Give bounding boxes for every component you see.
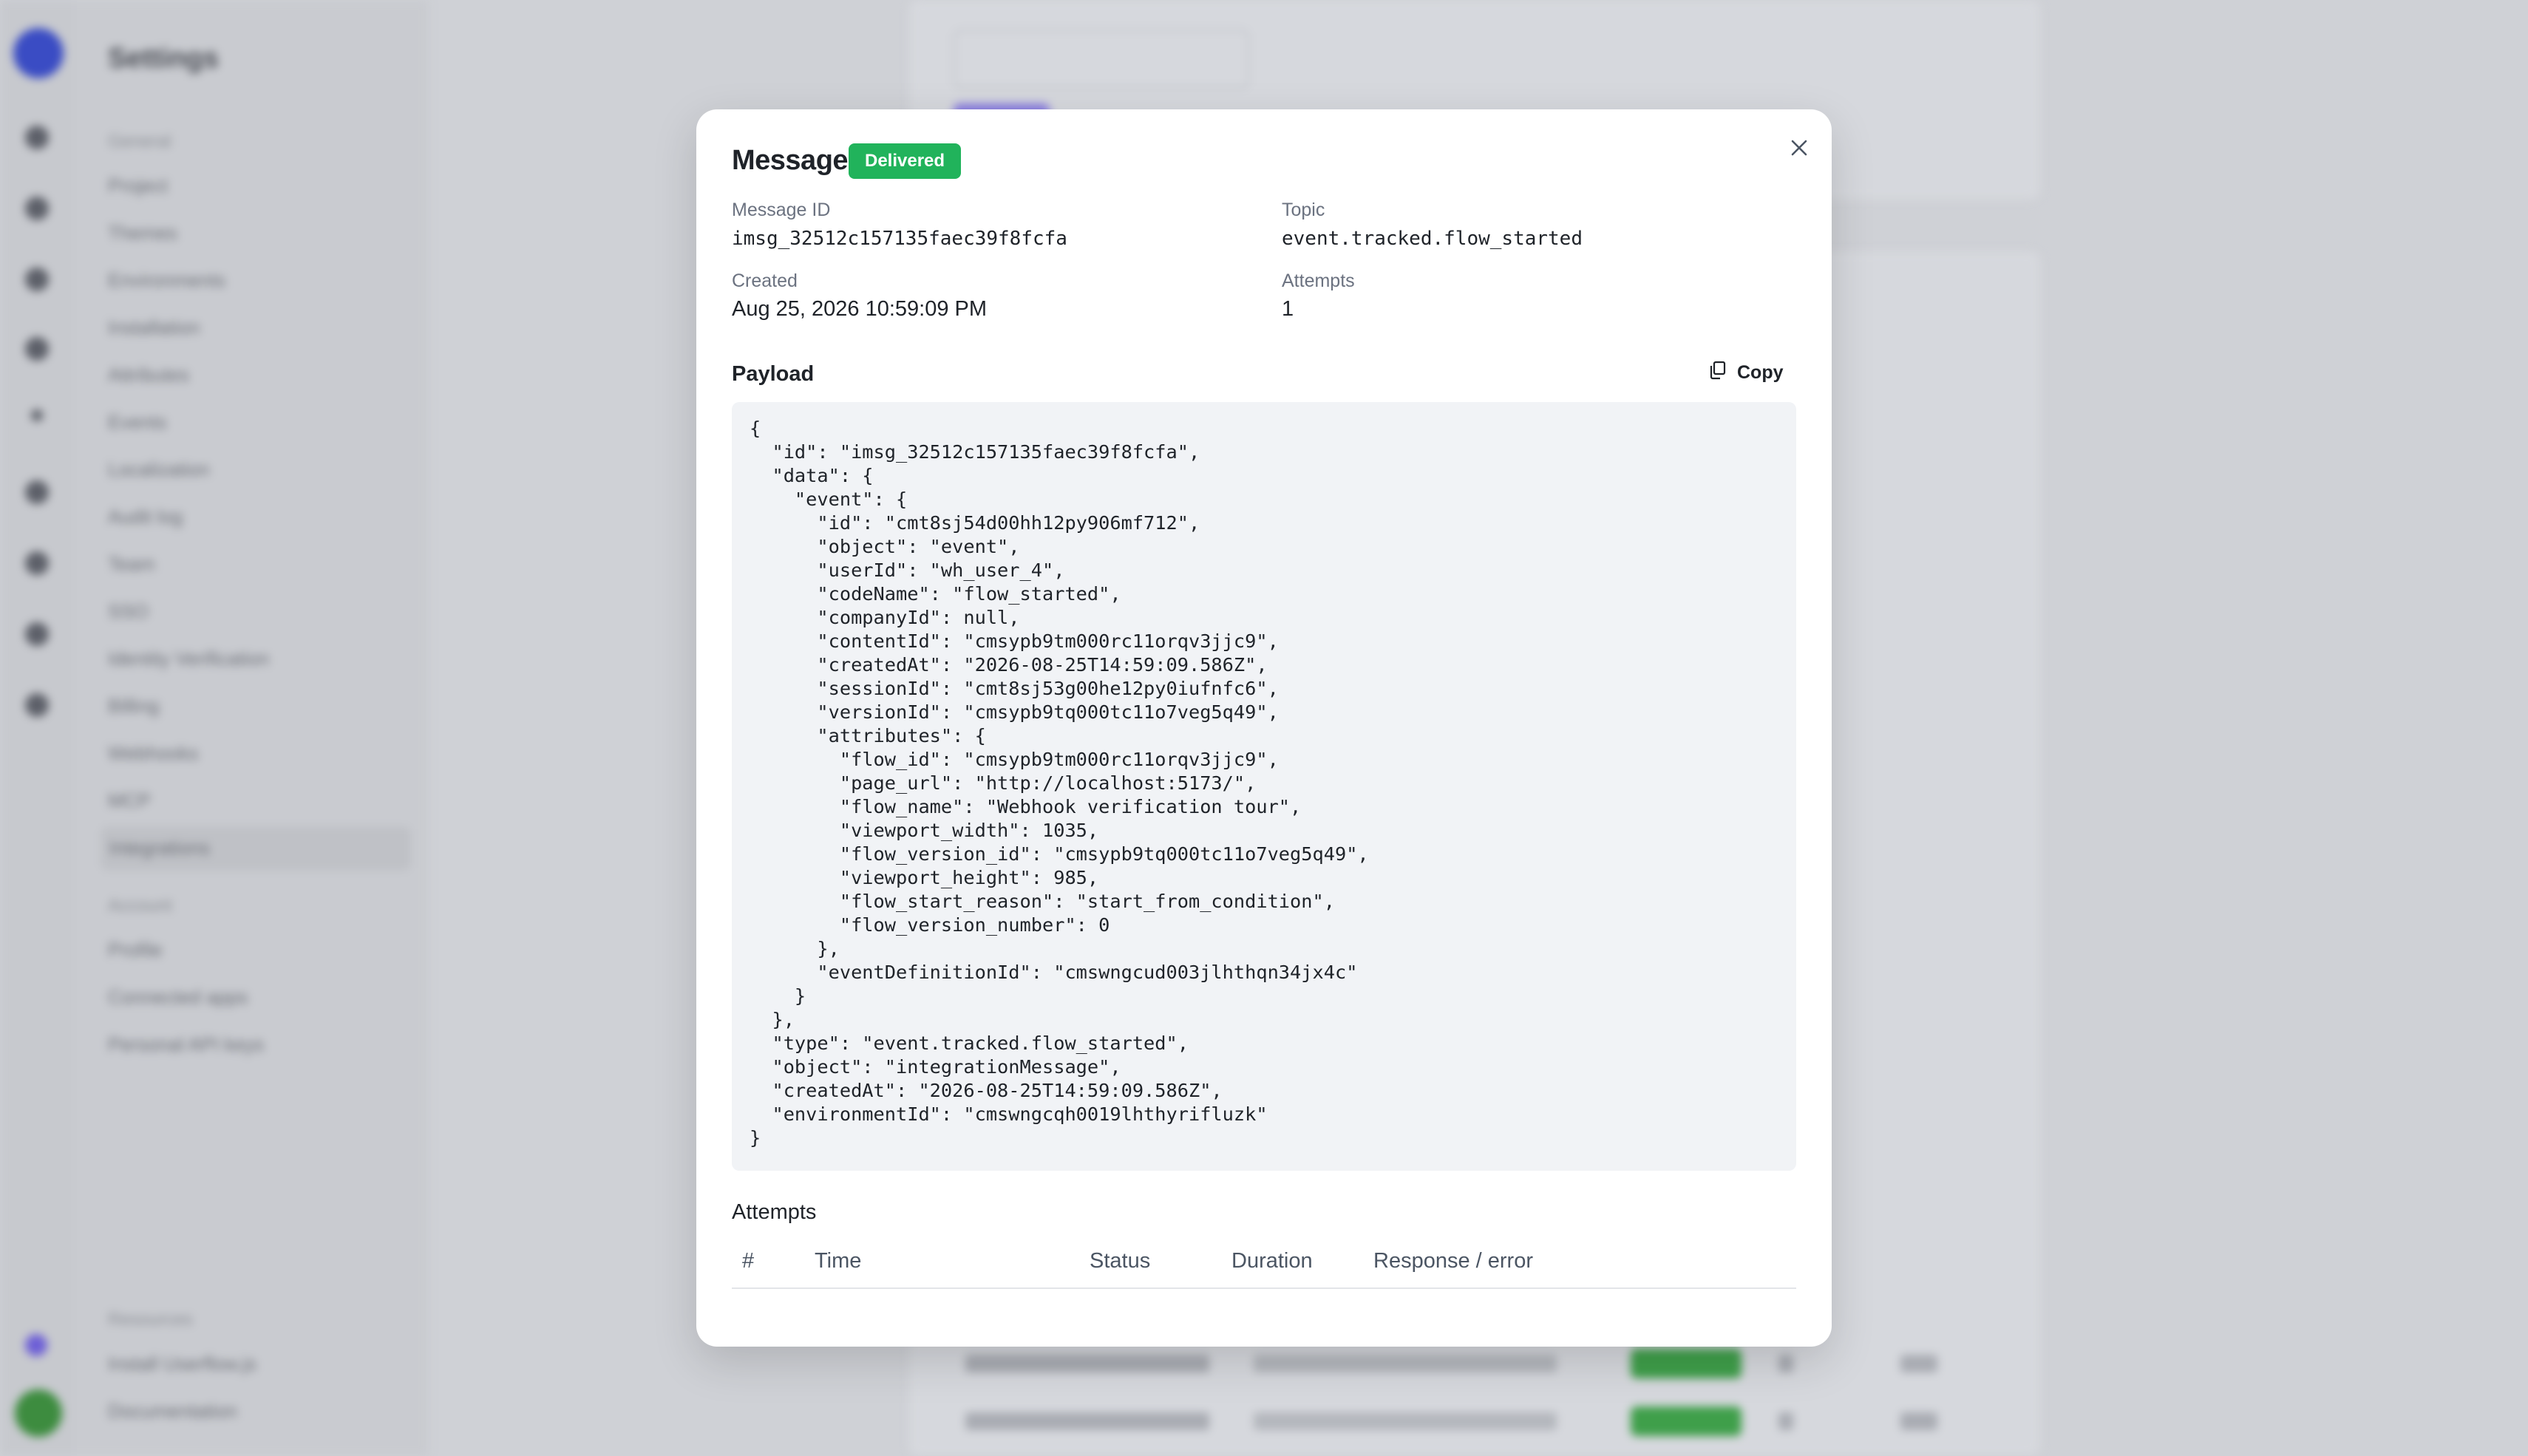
attempts-value: 1 [1282,297,1294,321]
copy-icon [1709,361,1727,385]
topic-value: event.tracked.flow_started [1282,228,1583,250]
column-header: Status [1090,1249,1151,1273]
column-header: # [742,1249,755,1273]
sidebar-item: Localization [108,458,210,480]
sidebar-item: Team [108,553,155,575]
message-dialog: Message Delivered Message ID imsg_32512c… [696,109,1832,1347]
sidebar-item-integrations: Integrations [101,826,411,871]
dialog-title: Message [732,145,849,176]
topic-label: Topic [1282,200,1325,220]
status-badge: Delivered [849,143,962,179]
app-logo [13,28,64,78]
close-icon [1789,137,1810,162]
copy-label: Copy [1737,362,1784,383]
message-id-label: Message ID [732,200,831,220]
table-row [965,1406,1985,1436]
payload-heading: Payload [732,362,815,386]
avatar [15,1389,62,1437]
rail-icon [25,268,49,291]
rail-icon [25,551,49,575]
sidebar-section: Account [108,896,172,916]
sidebar-item: Profile [108,939,163,961]
sidebar-section: General [108,132,171,152]
rail-icon [25,197,49,220]
created-value: Aug 25, 2026 10:59:09 PM [732,297,988,321]
close-button[interactable] [1781,132,1817,167]
icon-rail [0,0,74,1456]
sidebar-title: Settings [108,43,219,74]
attempts-heading: Attempts [732,1200,817,1224]
sidebar-item: Connected apps [108,986,248,1008]
sidebar-section: Resources [108,1310,193,1330]
settings-sidebar: Settings General Project Themes Environm… [74,0,429,1456]
sidebar-item: Themes [108,222,177,244]
message-id-value: imsg_32512c157135faec39f8fcfa [732,228,1067,250]
copy-button[interactable]: Copy [1709,361,1784,385]
created-label: Created [732,271,798,291]
sidebar-item: Project [108,174,168,197]
table-row [965,1349,1985,1378]
sidebar-item: Audit log [108,506,183,528]
sidebar-item: Installation [108,316,200,339]
sidebar-item: Personal API keys [108,1033,264,1055]
sidebar-item: Identity Verification [108,647,270,670]
payload-code-block[interactable]: { "id": "imsg_32512c157135faec39f8fcfa",… [732,402,1796,1171]
sidebar-item: Billing [108,695,160,717]
sidebar-item: Attributes [108,364,189,386]
column-header: Time [815,1249,862,1273]
column-header: Duration [1231,1249,1313,1273]
payload-json: { "id": "imsg_32512c157135faec39f8fcfa",… [750,418,1369,1149]
sidebar-item: Webhooks [108,742,199,764]
column-header: Response / error [1373,1249,1533,1273]
attempts-label: Attempts [1282,271,1355,291]
sidebar-item: SSO [108,600,149,622]
sidebar-item: Environments [108,269,225,291]
sidebar-item: Install Userflow.js [108,1353,256,1375]
rail-icon [25,622,49,646]
sidebar-item: Events [108,411,167,433]
attempts-table-header: # Time Status Duration Response / error [732,1242,1796,1289]
rail-icon [25,337,49,361]
rail-icon [25,693,49,717]
region-select [954,30,1249,89]
rail-icon [25,126,49,149]
rail-icon [31,409,43,421]
rail-icon [25,1334,47,1356]
rail-icon [25,480,49,504]
sidebar-item: Documentation [108,1400,237,1422]
sidebar-item: MCP [108,789,151,812]
